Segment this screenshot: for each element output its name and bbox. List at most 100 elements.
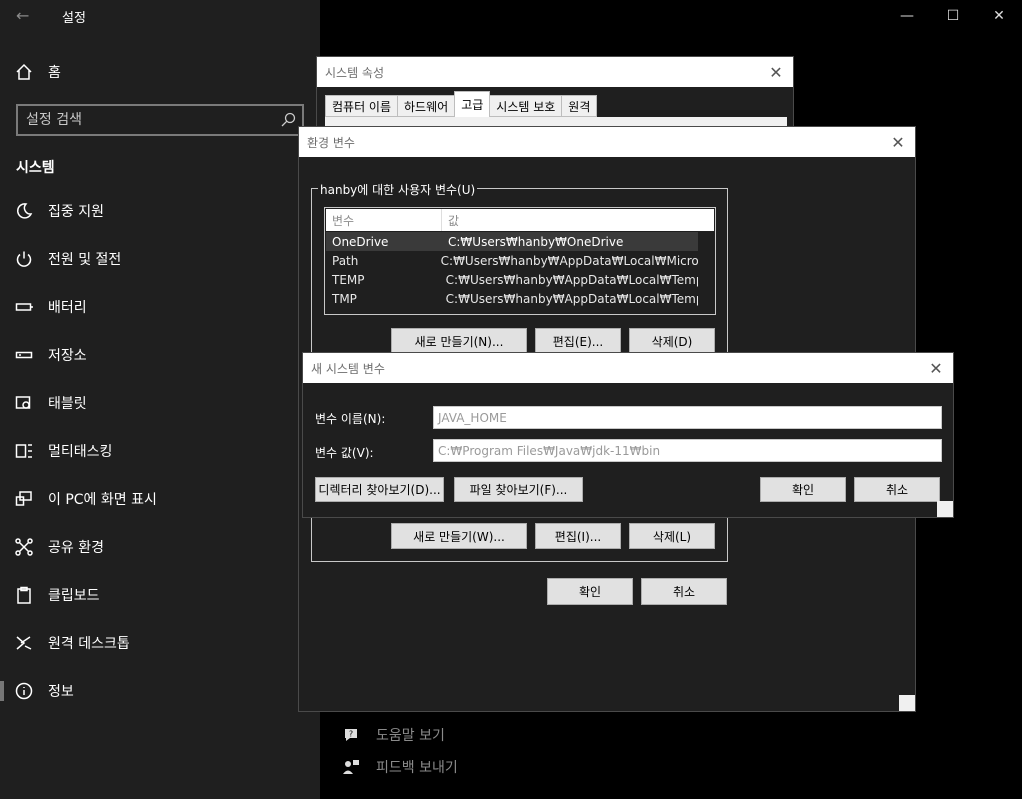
dialog-title: 새 시스템 변수	[311, 361, 385, 376]
nav-home[interactable]: 홈	[0, 52, 320, 92]
feedback-label: 피드백 보내기	[376, 760, 458, 776]
row-name: TMP	[332, 291, 357, 306]
nav-label: 정보	[48, 684, 74, 700]
nav-project-to-pc[interactable]: 이 PC에 화면 표시	[0, 479, 320, 519]
feedback-link[interactable]: 피드백 보내기	[342, 757, 458, 777]
nav-home-label: 홈	[48, 65, 61, 81]
back-arrow-icon[interactable]: ←	[16, 6, 29, 25]
remote-desktop-icon	[0, 634, 48, 652]
maximize-button[interactable]: ☐	[930, 0, 976, 32]
tab-advanced[interactable]: 고급	[454, 91, 491, 117]
variable-name-field[interactable]: JAVA_HOME	[433, 406, 942, 429]
nav-multitasking[interactable]: 멀티태스킹	[0, 431, 320, 471]
row-value: C:₩Users₩hanby₩AppData₩Local₩Micros...	[440, 253, 698, 268]
nav-about[interactable]: 정보	[0, 671, 320, 711]
dialog-titlebar: 시스템 속성 ✕	[317, 57, 793, 87]
column-header-variable[interactable]: 변수	[326, 209, 442, 231]
maximize-icon: ☐	[946, 8, 960, 24]
nav-shared-experiences[interactable]: 공유 환경	[0, 527, 320, 567]
close-window-button[interactable]: ✕	[976, 0, 1022, 32]
svg-text:?: ?	[349, 730, 353, 739]
nav-clipboard[interactable]: 클립보드	[0, 575, 320, 615]
minimize-icon: —	[900, 8, 914, 24]
get-help-link[interactable]: ? 도움말 보기	[342, 725, 445, 745]
settings-search-box[interactable]	[16, 104, 304, 136]
env-ok-button[interactable]: 확인	[547, 578, 633, 605]
table-row[interactable]: TEMP C:₩Users₩hanby₩AppData₩Local₩Temp	[326, 270, 698, 289]
close-dialog-button[interactable]: ✕	[925, 357, 947, 379]
home-icon	[0, 63, 48, 81]
env-cancel-button[interactable]: 취소	[641, 578, 727, 605]
new-system-variable-dialog: 새 시스템 변수 ✕ 변수 이름(N): JAVA_HOME 변수 값(V): …	[302, 352, 954, 518]
nav-focus-assist[interactable]: 집중 지원	[0, 191, 320, 231]
tab-system-protection[interactable]: 시스템 보호	[489, 95, 563, 117]
new-var-cancel-button[interactable]: 취소	[854, 477, 940, 502]
row-value: C:₩Users₩hanby₩AppData₩Local₩Temp	[445, 291, 698, 306]
clipboard-icon	[0, 586, 48, 604]
project-icon	[0, 490, 48, 508]
nav-label: 이 PC에 화면 표시	[48, 492, 157, 508]
table-row[interactable]: OneDrive C:₩Users₩hanby₩OneDrive	[326, 232, 698, 251]
power-icon	[0, 250, 48, 268]
dialog-title: 시스템 속성	[325, 65, 385, 80]
tab-hardware[interactable]: 하드웨어	[397, 95, 456, 117]
resize-grip[interactable]	[899, 695, 915, 711]
user-variables-list[interactable]: 변수 값 OneDrive C:₩Users₩hanby₩OneDrive Pa…	[324, 207, 716, 315]
nav-label: 멀티태스킹	[48, 444, 113, 460]
table-row[interactable]: TMP C:₩Users₩hanby₩AppData₩Local₩Temp	[326, 289, 698, 308]
selected-indicator	[0, 681, 4, 701]
dialog-titlebar: 환경 변수 ✕	[299, 127, 915, 157]
browse-file-button[interactable]: 파일 찾아보기(F)...	[454, 477, 583, 502]
close-icon: ✕	[929, 358, 943, 378]
settings-search-input[interactable]	[26, 110, 276, 130]
table-row[interactable]: Path C:₩Users₩hanby₩AppData₩Local₩Micros…	[326, 251, 698, 270]
nav-label: 태블릿	[48, 396, 87, 412]
system-new-button[interactable]: 새로 만들기(W)...	[391, 523, 527, 549]
variable-value-field[interactable]: C:₩Program Files₩Java₩jdk-11₩bin	[433, 439, 942, 462]
row-name: Path	[332, 253, 359, 268]
nav-storage[interactable]: 저장소	[0, 335, 320, 375]
close-dialog-button[interactable]: ✕	[887, 131, 909, 153]
tab-computer-name[interactable]: 컴퓨터 이름	[325, 95, 399, 117]
variable-name-label: 변수 이름(N):	[315, 412, 386, 426]
new-var-ok-button[interactable]: 확인	[760, 477, 846, 502]
storage-icon	[0, 346, 48, 364]
close-icon: ✕	[891, 132, 905, 152]
dialog-titlebar: 새 시스템 변수 ✕	[303, 353, 953, 383]
multitasking-icon	[0, 442, 48, 460]
close-dialog-button[interactable]: ✕	[765, 61, 787, 83]
list-header: 변수 값	[326, 209, 698, 231]
nav-power-sleep[interactable]: 전원 및 절전	[0, 239, 320, 279]
window-controls: — ☐ ✕	[884, 0, 1022, 32]
user-edit-button[interactable]: 편집(E)...	[535, 328, 621, 354]
user-variables-legend: hanby에 대한 사용자 변수(U)	[318, 181, 478, 198]
list-scrollbar[interactable]	[697, 209, 714, 231]
nav-label: 배터리	[48, 300, 87, 316]
app-title: 설정	[62, 11, 86, 26]
resize-grip[interactable]	[937, 501, 953, 517]
tablet-icon	[0, 394, 48, 412]
nav-battery[interactable]: 배터리	[0, 287, 320, 327]
nav-tablet[interactable]: 태블릿	[0, 383, 320, 423]
system-edit-button[interactable]: 편집(I)...	[535, 523, 621, 549]
get-help-label: 도움말 보기	[376, 728, 445, 744]
row-value: C:₩Users₩hanby₩AppData₩Local₩Temp	[445, 272, 698, 287]
tab-remote[interactable]: 원격	[561, 95, 598, 117]
nav-label: 공유 환경	[48, 540, 104, 556]
user-new-button[interactable]: 새로 만들기(N)...	[391, 328, 527, 354]
shared-icon	[0, 538, 48, 556]
tab-strip: 컴퓨터 이름 하드웨어 고급 시스템 보호 원격	[325, 91, 598, 117]
minimize-button[interactable]: —	[884, 0, 930, 32]
user-delete-button[interactable]: 삭제(D)	[629, 328, 715, 354]
variable-value-label: 변수 값(V):	[315, 446, 374, 460]
column-header-value[interactable]: 값	[442, 209, 698, 231]
nav-remote-desktop[interactable]: 원격 데스크톱	[0, 623, 320, 663]
browse-directory-button[interactable]: 디렉터리 찾아보기(D)...	[315, 477, 444, 502]
battery-icon	[0, 298, 48, 316]
close-icon: ✕	[993, 8, 1005, 24]
row-value: C:₩Users₩hanby₩OneDrive	[448, 234, 624, 249]
system-delete-button[interactable]: 삭제(L)	[629, 523, 715, 549]
search-icon[interactable]	[280, 112, 296, 128]
section-title: 시스템	[16, 160, 55, 176]
settings-sidebar: ← 설정 홈 시스템 집중 지원 전원 및 절전 배터리 저장소 태블릿 멀티태…	[0, 0, 320, 799]
